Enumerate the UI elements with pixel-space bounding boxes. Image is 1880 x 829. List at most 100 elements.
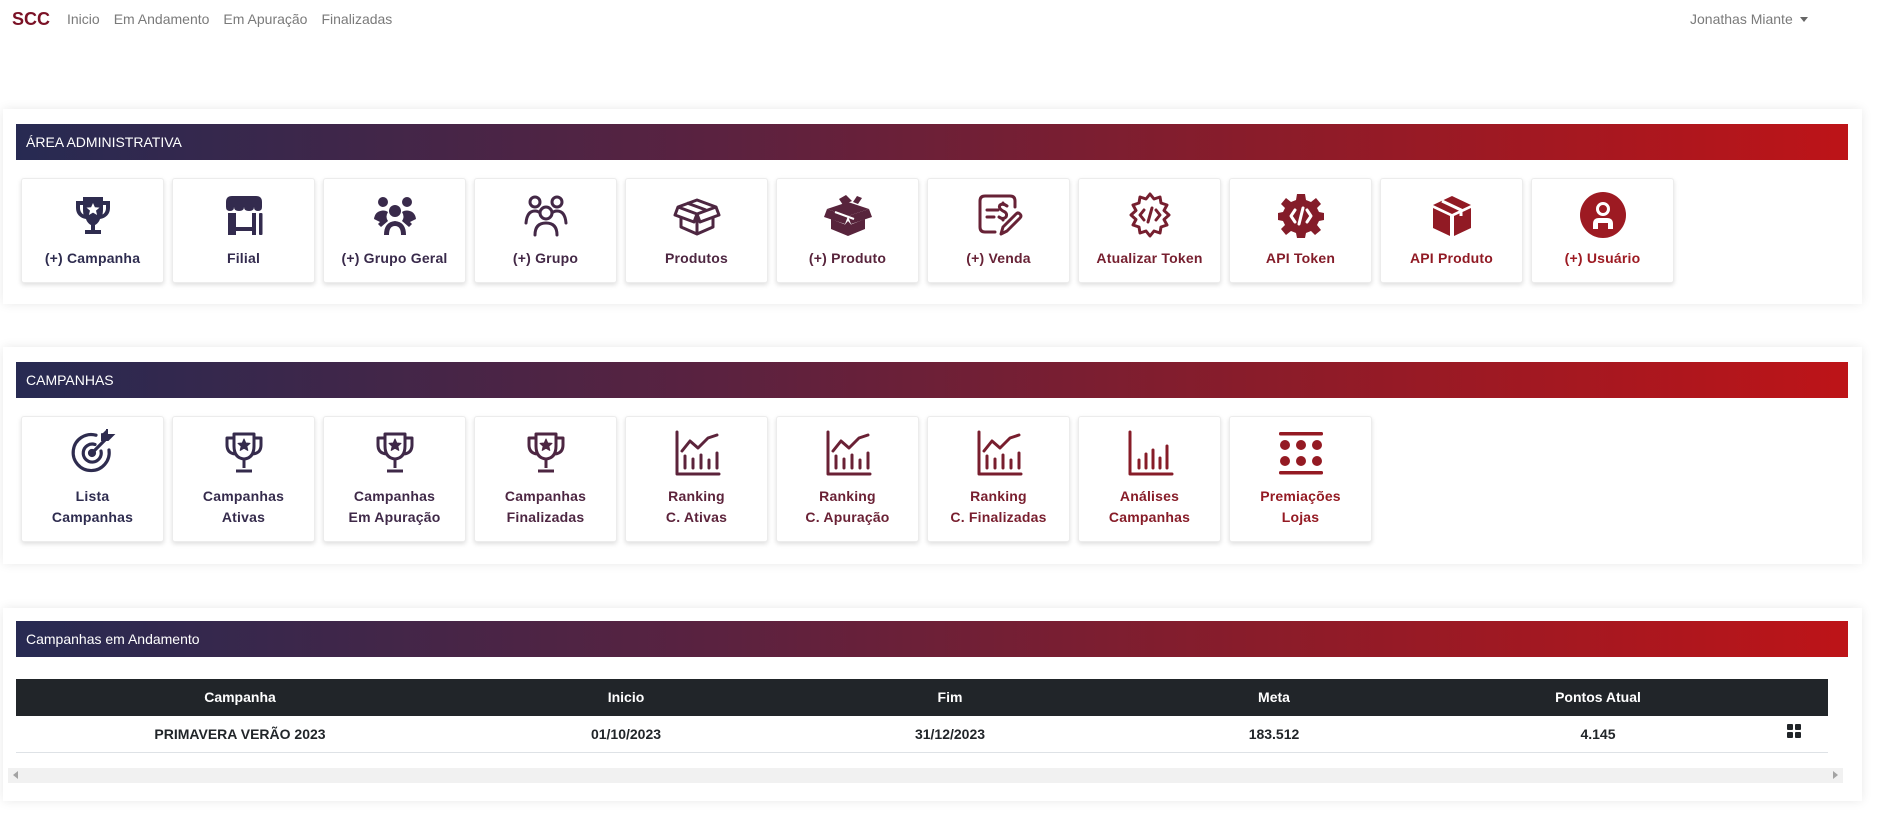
tile-api-product[interactable]: API Produto (1380, 178, 1523, 283)
gear-code-solid-icon (1277, 191, 1325, 239)
column-header-meta: Meta (1258, 689, 1290, 705)
tile-label: (+) Grupo (512, 250, 579, 266)
column-header-pontos-atual: Pontos Atual (1555, 689, 1641, 705)
tile-label: (+) Grupo Geral (341, 250, 448, 266)
tile-add-sale[interactable]: (+) Venda (927, 178, 1070, 283)
tile-update-token[interactable]: Atualizar Token (1078, 178, 1221, 283)
chart-line-icon (975, 429, 1023, 477)
tile-label-line: C. Finalizadas (950, 509, 1047, 525)
tile-label-line: Ranking (668, 488, 725, 504)
tile-label: Atualizar Token (1096, 250, 1203, 266)
tile-label-line: Finalizadas (506, 509, 585, 525)
admin-section: ÁREA ADMINISTRATIVA (+) Campanha Filial … (3, 109, 1862, 304)
tile-label-line: Em Apuração (348, 509, 441, 525)
tile-label: Filial (226, 250, 261, 266)
dots-grid-icon (1277, 429, 1325, 477)
tile-add-product[interactable]: (+) Produto (776, 178, 919, 283)
tile-campaign-analysis[interactable]: Análises Campanhas (1078, 416, 1221, 542)
campaigns-table: Campanha Inicio Fim Meta Pontos Atual PR… (16, 679, 1828, 753)
tile-label: Ranking C. Ativas (666, 486, 727, 528)
nav-link-em-andamento[interactable]: Em Andamento (114, 11, 210, 27)
tile-label: (+) Venda (966, 250, 1031, 266)
trophy-outline-icon (522, 429, 570, 477)
tile-label: Lista Campanhas (52, 486, 133, 528)
store-icon (220, 191, 268, 239)
running-campaigns-section: Campanhas em Andamento Campanha Inicio F… (3, 608, 1862, 801)
horizontal-scrollbar[interactable] (8, 768, 1843, 783)
nav-link-em-apuracao[interactable]: Em Apuração (223, 11, 307, 27)
tile-label-line: Campanhas (504, 488, 587, 504)
tile-label-line: Campanhas (51, 509, 134, 525)
scroll-left-arrow-icon[interactable] (13, 771, 18, 779)
tile-api-token[interactable]: API Token (1229, 178, 1372, 283)
tile-store-awards[interactable]: Premiações Lojas (1229, 416, 1372, 542)
user-menu[interactable]: Jonathas Miante (1690, 11, 1808, 27)
tile-campaign-list[interactable]: Lista Campanhas (21, 416, 164, 542)
tile-label: (+) Produto (808, 250, 887, 266)
tile-active-campaigns[interactable]: Campanhas Ativas (172, 416, 315, 542)
tile-ranking-review[interactable]: Ranking C. Apuração (776, 416, 919, 542)
tile-label-line: Ranking (970, 488, 1027, 504)
tile-label: Premiações Lojas (1260, 486, 1341, 528)
cell-pontos-atual: 4.145 (1580, 726, 1616, 742)
navbar: SCC Inicio Em Andamento Em Apuração Fina… (0, 0, 1880, 40)
chart-line-icon (673, 429, 721, 477)
gear-code-outline-icon (1126, 191, 1174, 239)
tile-add-general-group[interactable]: (+) Grupo Geral (323, 178, 466, 283)
box-outline-icon (673, 191, 721, 239)
chart-bar-icon (1126, 429, 1174, 477)
tile-label-line: C. Apuração (805, 509, 890, 525)
tile-add-group[interactable]: (+) Grupo (474, 178, 617, 283)
nav-links: Inicio Em Andamento Em Apuração Finaliza… (67, 11, 392, 27)
chart-line-icon (824, 429, 872, 477)
caret-down-icon (1799, 16, 1808, 22)
grid-icon[interactable] (1787, 724, 1801, 739)
cube-icon (1428, 191, 1476, 239)
tile-finished-campaigns[interactable]: Campanhas Finalizadas (474, 416, 617, 542)
nav-link-finalizadas[interactable]: Finalizadas (321, 11, 392, 27)
campaigns-section-title: CAMPANHAS (16, 362, 1848, 398)
tile-label-line: Campanhas (353, 488, 436, 504)
tile-label-line: Análises (1119, 488, 1180, 504)
cell-actions (1760, 716, 1828, 752)
tile-label: Análises Campanhas (1109, 486, 1190, 528)
tile-label: Ranking C. Apuração (805, 486, 889, 528)
column-header-fim: Fim (937, 689, 963, 705)
user-circle-icon (1579, 191, 1627, 239)
tile-label: Ranking C. Finalizadas (950, 486, 1046, 528)
tile-ranking-active[interactable]: Ranking C. Ativas (625, 416, 768, 542)
tile-label: API Produto (1409, 250, 1494, 266)
tile-add-campaign[interactable]: (+) Campanha (21, 178, 164, 283)
tile-label: Campanhas Em Apuração (349, 486, 441, 528)
users-outline-icon (522, 191, 570, 239)
campaign-tiles: Lista Campanhas Campanhas Ativas Campanh… (21, 416, 1372, 542)
table-row: PRIMAVERA VERÃO 2023 01/10/2023 31/12/20… (16, 716, 1828, 753)
tile-label-line: Lista (75, 488, 110, 504)
tile-label-line: Campanhas (202, 488, 285, 504)
tile-add-user[interactable]: (+) Usuário (1531, 178, 1674, 283)
tile-label-line: Ativas (221, 509, 266, 525)
tile-campaigns-in-review[interactable]: Campanhas Em Apuração (323, 416, 466, 542)
tile-branch[interactable]: Filial (172, 178, 315, 283)
tile-label-line: Lojas (1281, 509, 1320, 525)
table-header: Campanha Inicio Fim Meta Pontos Atual (16, 679, 1828, 716)
brand-logo[interactable]: SCC (12, 9, 50, 30)
scroll-right-arrow-icon[interactable] (1833, 771, 1838, 779)
tile-label-line: Premiações (1260, 488, 1341, 504)
nav-link-inicio[interactable]: Inicio (67, 11, 100, 27)
admin-section-title: ÁREA ADMINISTRATIVA (16, 124, 1848, 160)
trophy-outline-icon (371, 429, 419, 477)
tile-label: Campanhas Ativas (203, 486, 284, 528)
tile-ranking-finished[interactable]: Ranking C. Finalizadas (927, 416, 1070, 542)
trophy-icon (69, 191, 117, 239)
tile-label: Produtos (664, 250, 729, 266)
box-open-icon (823, 191, 872, 239)
tile-products[interactable]: Produtos (625, 178, 768, 283)
tile-label-line: Campanhas (1108, 509, 1191, 525)
cell-meta: 183.512 (1248, 726, 1300, 742)
tile-label: (+) Usuário (1564, 250, 1641, 266)
user-name: Jonathas Miante (1690, 11, 1793, 27)
column-header-inicio: Inicio (607, 689, 645, 705)
cell-fim: 31/12/2023 (914, 726, 986, 742)
tile-label-line: Ranking (819, 488, 876, 504)
